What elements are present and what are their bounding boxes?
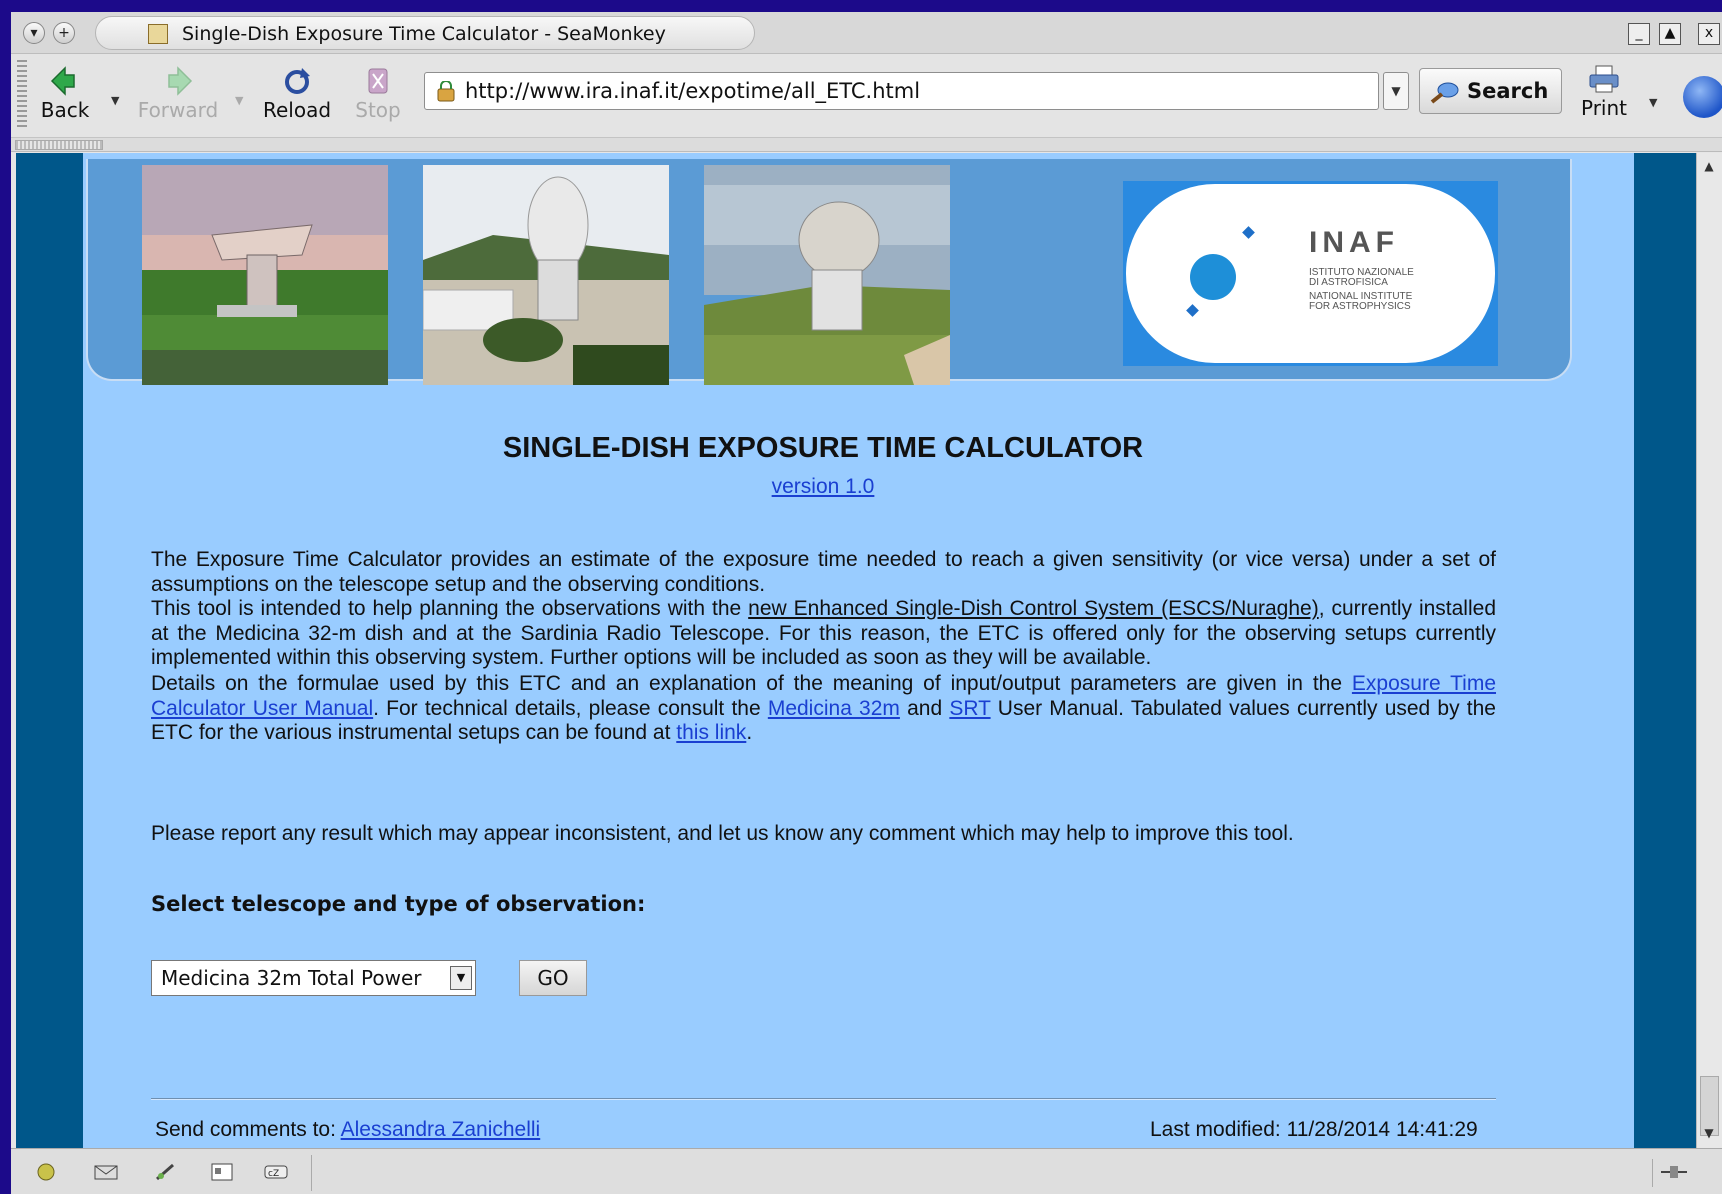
reload-button[interactable]: Reload xyxy=(257,60,337,130)
toolbar-grip-collapsed[interactable] xyxy=(15,140,103,150)
content-viewport: INAF ISTITUTO NAZIONALE DI ASTROFISICA N… xyxy=(16,153,1696,1148)
irc-chat-icon[interactable]: cZ xyxy=(263,1161,289,1183)
go-button[interactable]: GO xyxy=(519,960,587,996)
site-security-icon xyxy=(437,81,455,102)
stop-button[interactable]: Stop xyxy=(351,60,405,130)
title-bar: ▾ + Single-Dish Exposure Time Calculator… xyxy=(11,12,1722,54)
stop-icon xyxy=(368,68,388,94)
svg-text:cZ: cZ xyxy=(268,1169,279,1179)
report-paragraph: Please report any result which may appea… xyxy=(151,822,1294,845)
page-icon xyxy=(148,24,168,44)
header-banner: INAF ISTITUTO NAZIONALE DI ASTROFISICA N… xyxy=(86,159,1572,385)
printer-icon xyxy=(1589,65,1619,93)
window-title-tab[interactable]: Single-Dish Exposure Time Calculator - S… xyxy=(95,16,755,50)
details-paragraph: Details on the formulae used by this ETC… xyxy=(151,672,1496,746)
footer-contact: Send comments to: Alessandra Zanichelli xyxy=(155,1118,540,1142)
back-label: Back xyxy=(40,98,90,122)
mail-icon[interactable] xyxy=(93,1161,119,1183)
status-separator xyxy=(311,1155,312,1191)
url-history-dropdown[interactable]: ▼ xyxy=(1383,72,1409,110)
forward-button[interactable]: Forward xyxy=(133,60,223,130)
tool-paragraph: This tool is intended to help planning t… xyxy=(151,597,1496,671)
text: . For technical details, please consult … xyxy=(373,696,768,720)
vertical-scrollbar[interactable]: ▲ ▼ xyxy=(1696,153,1722,1148)
back-button[interactable]: Back xyxy=(37,60,93,130)
inaf-logo[interactable]: INAF ISTITUTO NAZIONALE DI ASTROFISICA N… xyxy=(1123,181,1498,366)
logo-subtitle-it-2: DI ASTROFISICA xyxy=(1309,277,1388,288)
chevron-down-icon[interactable]: ▼ xyxy=(450,966,472,990)
text: and xyxy=(899,696,950,720)
search-label: Search xyxy=(1467,79,1549,103)
back-arrow-icon xyxy=(50,66,75,96)
forward-label: Forward xyxy=(137,98,219,122)
navigation-toolbar: Back ▼ Forward ▼ Reload Stop http://www.… xyxy=(11,54,1722,138)
inaf-logo-pill: INAF ISTITUTO NAZIONALE DI ASTROFISICA N… xyxy=(1123,181,1498,366)
select-label: Select telescope and type of observation… xyxy=(151,892,646,916)
forward-dropdown-icon[interactable]: ▼ xyxy=(235,94,243,107)
print-label: Print xyxy=(1580,96,1627,120)
seamonkey-throbber-icon[interactable] xyxy=(1683,76,1722,118)
this-link[interactable]: this link xyxy=(676,721,746,744)
search-button[interactable]: Search xyxy=(1419,68,1562,114)
logo-circle-icon xyxy=(1190,254,1236,300)
address-book-icon[interactable] xyxy=(209,1161,235,1183)
telescope-photo-srt xyxy=(704,165,950,385)
personal-toolbar xyxy=(11,138,1722,152)
screen-frame: ▾ + Single-Dish Exposure Time Calculator… xyxy=(0,0,1722,1194)
intro-paragraph: The Exposure Time Calculator provides an… xyxy=(151,548,1496,596)
window-menu-icon[interactable]: ▾ xyxy=(23,22,45,44)
minimize-button[interactable]: _ xyxy=(1628,23,1650,45)
logo-subtitle-en-2: FOR ASTROPHYSICS xyxy=(1309,301,1411,312)
telescope-photo-noto xyxy=(423,165,669,385)
scroll-down-icon[interactable]: ▼ xyxy=(1701,1126,1717,1142)
scroll-up-icon[interactable]: ▲ xyxy=(1701,159,1717,175)
contact-email-link[interactable]: Alessandra Zanichelli xyxy=(341,1118,541,1141)
version-link[interactable]: version 1.0 xyxy=(772,475,875,498)
url-bar[interactable]: http://www.ira.inaf.it/expotime/all_ETC.… xyxy=(424,72,1379,110)
reload-label: Reload xyxy=(262,98,332,122)
toolbar-grip[interactable] xyxy=(17,60,27,130)
telescope-select-value: Medicina 32m Total Power xyxy=(161,966,422,990)
text: . xyxy=(746,721,753,744)
telescope-select[interactable]: Medicina 32m Total Power ▼ xyxy=(151,960,476,996)
back-dropdown-icon[interactable]: ▼ xyxy=(111,94,119,107)
status-bar: cZ xyxy=(11,1148,1722,1194)
close-button[interactable]: x xyxy=(1698,23,1720,45)
medicina-32m-link[interactable]: Medicina 32m xyxy=(768,697,900,720)
browser-window: ▾ + Single-Dish Exposure Time Calculator… xyxy=(11,12,1722,1194)
stop-label: Stop xyxy=(355,98,401,122)
forward-arrow-icon xyxy=(168,66,193,96)
navigator-icon[interactable] xyxy=(33,1161,59,1183)
reload-icon xyxy=(285,68,310,94)
composer-icon[interactable] xyxy=(153,1161,179,1183)
footer-prefix: Send comments to: xyxy=(155,1118,341,1141)
print-dropdown-icon[interactable]: ▼ xyxy=(1649,96,1657,109)
status-separator xyxy=(1652,1159,1653,1187)
logo-wordmark: INAF xyxy=(1309,226,1399,259)
window-title: Single-Dish Exposure Time Calculator - S… xyxy=(182,23,666,45)
logo-diamond-icon xyxy=(1242,226,1255,239)
logo-diamond-icon xyxy=(1186,304,1199,317)
footer-divider xyxy=(151,1098,1496,1100)
online-status-icon[interactable] xyxy=(1661,1163,1687,1181)
srt-link[interactable]: SRT xyxy=(949,697,990,720)
text: This tool is intended to help planning t… xyxy=(151,597,749,620)
version-line: version 1.0 xyxy=(83,475,1563,499)
page-title: SINGLE-DISH EXPOSURE TIME CALCULATOR xyxy=(502,432,1144,464)
url-text: http://www.ira.inaf.it/expotime/all_ETC.… xyxy=(465,79,921,103)
page-body: INAF ISTITUTO NAZIONALE DI ASTROFISICA N… xyxy=(83,153,1634,1148)
search-icon xyxy=(1430,82,1459,104)
print-button[interactable]: Print xyxy=(1574,62,1634,132)
text: Details on the formulae used by this ETC… xyxy=(151,672,1352,695)
last-modified: Last modified: 11/28/2014 14:41:29 xyxy=(1150,1118,1478,1141)
telescope-photo-medicina xyxy=(142,165,388,385)
new-tab-icon[interactable]: + xyxy=(53,22,75,44)
maximize-button[interactable]: ▲ xyxy=(1659,23,1681,45)
escs-nuraghe-link[interactable]: new Enhanced Single-Dish Control System … xyxy=(748,597,1319,620)
